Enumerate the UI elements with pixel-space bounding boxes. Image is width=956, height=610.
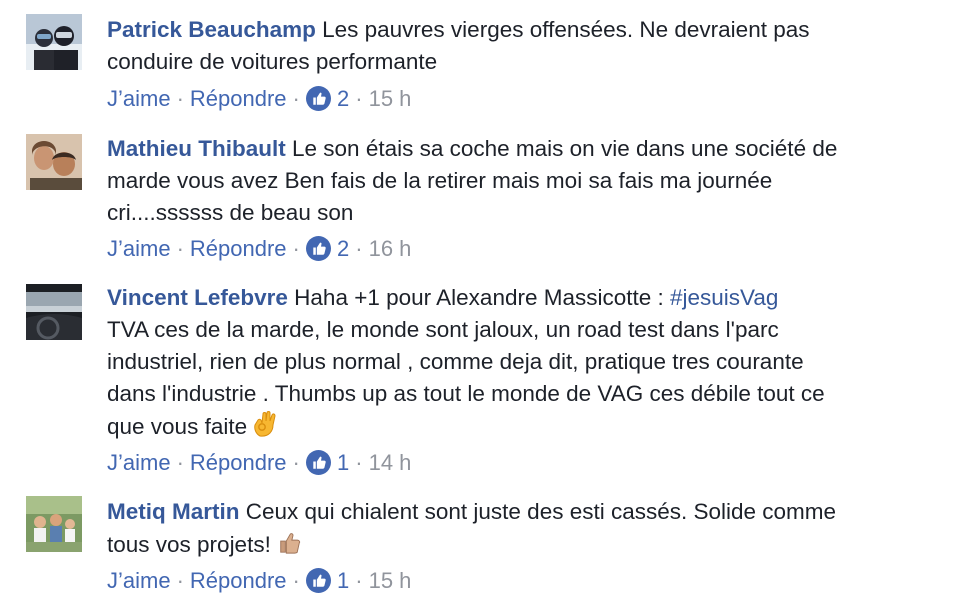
separator: · <box>292 450 300 475</box>
comment-body: Patrick Beauchamp Les pauvres vierges of… <box>107 14 927 78</box>
comment-actions: J’aime · Répondre · 2 · 16 h <box>107 232 411 266</box>
profile-photo-icon <box>26 134 82 190</box>
comment-author[interactable]: Metiq Martin <box>107 499 240 524</box>
reply-link[interactable]: Répondre <box>190 450 287 475</box>
comment-text-line: Haha +1 pour Alexandre Massicotte : <box>294 285 671 310</box>
timestamp[interactable]: 14 h <box>369 450 412 475</box>
reaction-count[interactable]: 2 <box>337 86 349 111</box>
comment-text-line: dans l'industrie . Thumbs up as tout le … <box>107 381 825 406</box>
reply-link[interactable]: Répondre <box>190 86 287 111</box>
thumbs-up-emoji-icon <box>280 533 301 554</box>
avatar[interactable] <box>26 14 82 70</box>
comment-actions: J’aime · Répondre · 1 · 14 h <box>107 446 411 480</box>
comment-body: Vincent Lefebvre Haha +1 pour Alexandre … <box>107 282 927 443</box>
avatar[interactable] <box>26 284 82 340</box>
separator: · <box>355 236 363 261</box>
separator: · <box>176 86 184 111</box>
comment-text-line: Ceux qui chialent sont juste des esti ca… <box>245 499 837 524</box>
separator: · <box>355 568 363 593</box>
separator: · <box>292 568 300 593</box>
ok-hand-emoji-icon <box>254 411 276 437</box>
comment-text-line: Les pauvres vierges offensées. Ne devrai… <box>322 17 810 42</box>
timestamp[interactable]: 15 h <box>369 86 412 111</box>
comment-actions: J’aime · Répondre · 2 · 15 h <box>107 82 411 116</box>
separator: · <box>292 236 300 261</box>
comment-text-line: Le son étais sa coche mais on vie dans u… <box>292 136 838 161</box>
like-link[interactable]: J’aime <box>107 236 171 261</box>
comment-body: Mathieu Thibault Le son étais sa coche m… <box>107 133 927 229</box>
thumbs-up-reaction-icon[interactable] <box>305 567 331 593</box>
reaction-count[interactable]: 1 <box>337 568 349 593</box>
like-link[interactable]: J’aime <box>107 568 171 593</box>
separator: · <box>176 568 184 593</box>
separator: · <box>292 86 300 111</box>
comment-text-line: industriel, rien de plus normal , comme … <box>107 349 804 374</box>
timestamp[interactable]: 16 h <box>369 236 412 261</box>
separator: · <box>355 86 363 111</box>
avatar[interactable] <box>26 134 82 190</box>
avatar[interactable] <box>26 496 82 552</box>
comment-author[interactable]: Patrick Beauchamp <box>107 17 316 42</box>
hashtag-link[interactable]: #jesuisVag <box>670 285 778 310</box>
like-link[interactable]: J’aime <box>107 450 171 475</box>
comment-text-line: conduire de voitures performante <box>107 49 438 74</box>
separator: · <box>355 450 363 475</box>
like-link[interactable]: J’aime <box>107 86 171 111</box>
comment-text-line: que vous faite <box>107 414 248 439</box>
comment-text-line: marde vous avez Ben fais de la retirer m… <box>107 168 773 193</box>
profile-photo-icon <box>26 14 82 70</box>
profile-photo-icon <box>26 284 82 340</box>
comment-actions: J’aime · Répondre · 1 · 15 h <box>107 564 411 598</box>
reaction-count[interactable]: 2 <box>337 236 349 261</box>
timestamp[interactable]: 15 h <box>369 568 412 593</box>
thumbs-up-reaction-icon[interactable] <box>305 235 331 261</box>
comment-text-line: tous vos projets! <box>107 532 271 557</box>
reply-link[interactable]: Répondre <box>190 236 287 261</box>
reaction-count[interactable]: 1 <box>337 450 349 475</box>
separator: · <box>176 236 184 261</box>
comment-author[interactable]: Mathieu Thibault <box>107 136 286 161</box>
thumbs-up-reaction-icon[interactable] <box>305 449 331 475</box>
separator: · <box>176 450 184 475</box>
comment-text-line: cri....ssssss de beau son <box>107 200 354 225</box>
profile-photo-icon <box>26 496 82 552</box>
comment-body: Metiq Martin Ceux qui chialent sont just… <box>107 496 927 561</box>
thumbs-up-reaction-icon[interactable] <box>305 85 331 111</box>
comment-author[interactable]: Vincent Lefebvre <box>107 285 288 310</box>
comment-text-line: TVA ces de la marde, le monde sont jalou… <box>107 317 779 342</box>
reply-link[interactable]: Répondre <box>190 568 287 593</box>
